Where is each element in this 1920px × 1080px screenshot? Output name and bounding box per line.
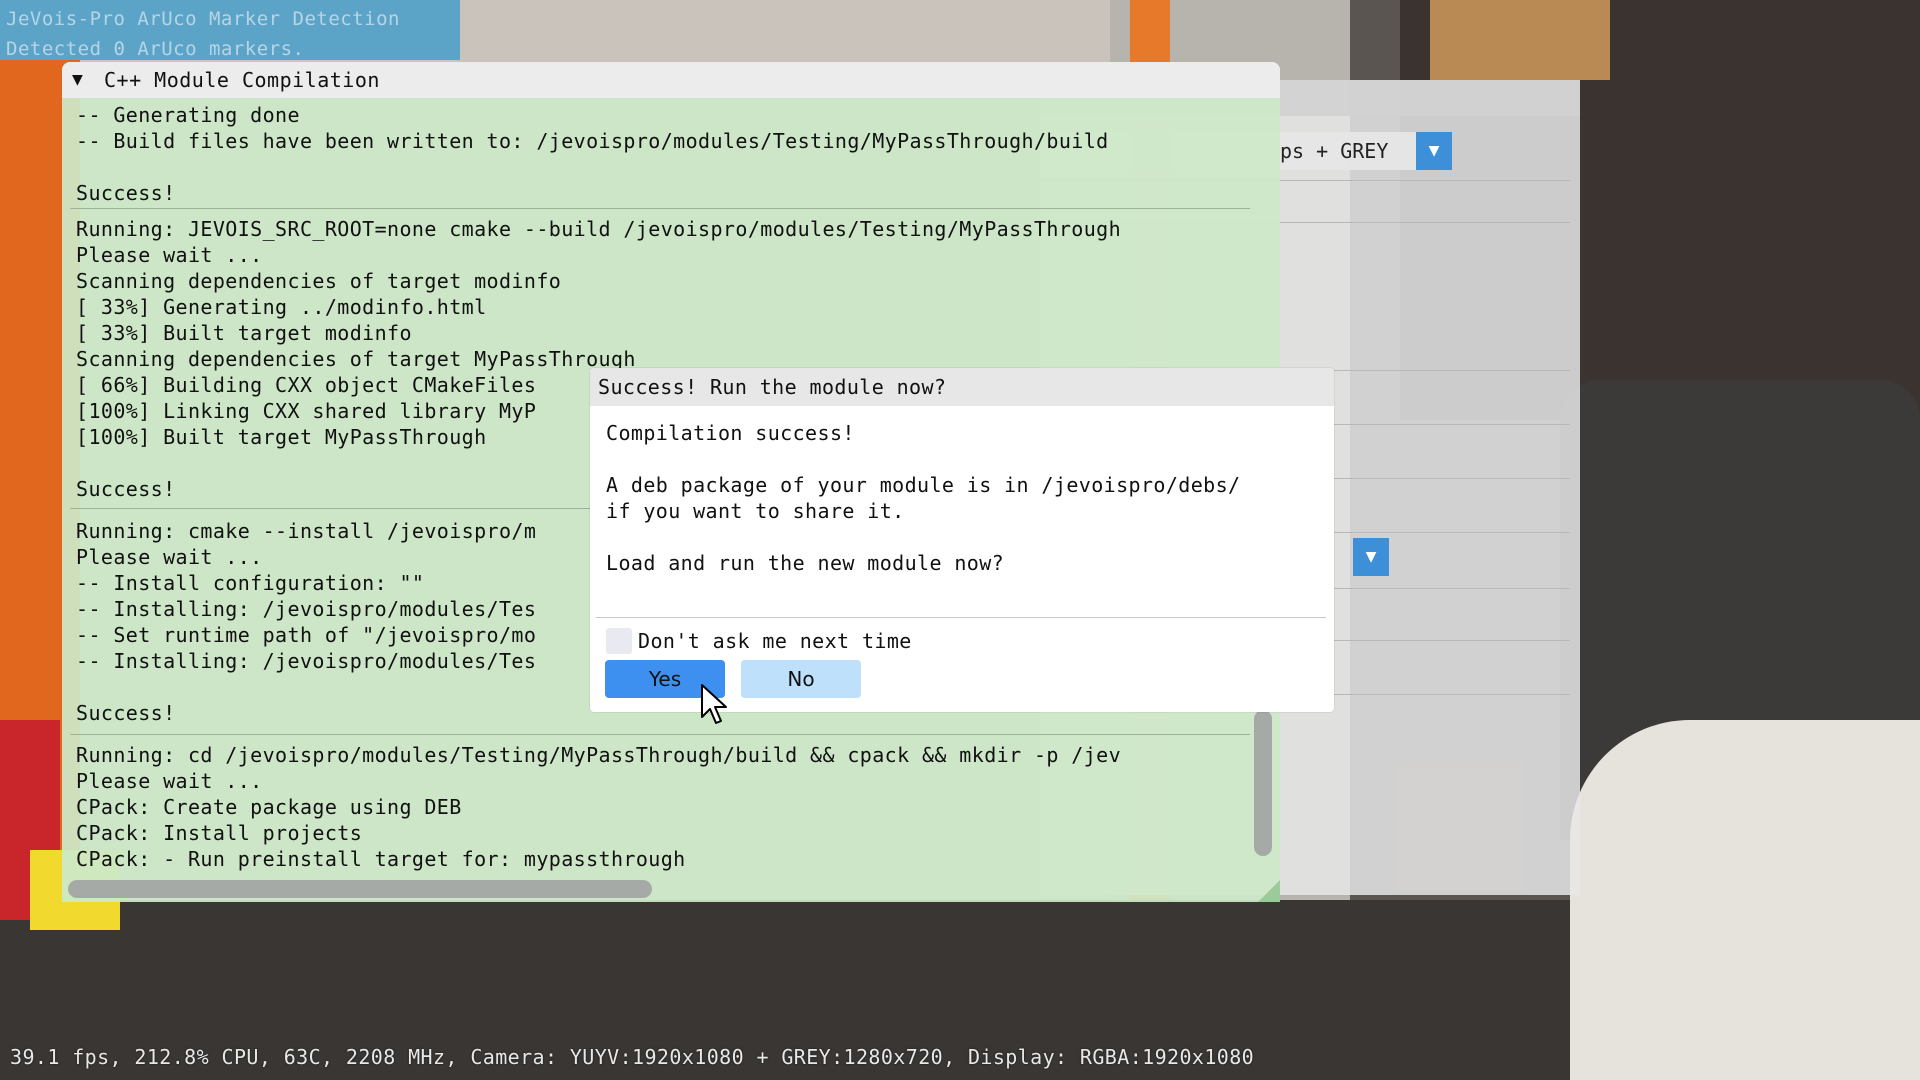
- log-line: Running: JEVOIS_SRC_ROOT=none cmake --bu…: [76, 217, 1122, 241]
- detection-count-overlay: Detected 0 ArUco markers.: [6, 38, 305, 60]
- dialog-title[interactable]: Success! Run the module now?: [590, 368, 1334, 406]
- log-line: Running: cd /jevoispro/modules/Testing/M…: [76, 743, 1122, 767]
- background-tape-roll: [1570, 720, 1920, 1080]
- mouse-pointer-icon: [701, 684, 727, 724]
- run-module-dialog: Success! Run the module now? Compilation…: [590, 368, 1334, 712]
- dialog-message-question: Load and run the new module now?: [606, 551, 1005, 575]
- log-line: Scanning dependencies of target modinfo: [76, 269, 562, 293]
- log-line: -- Generating done: [76, 103, 300, 127]
- module-title-overlay: JeVois-Pro ArUco Marker Detection: [6, 8, 400, 30]
- no-button[interactable]: No: [741, 660, 861, 698]
- horizontal-scrollbar[interactable]: [68, 880, 652, 898]
- triangle-down-icon[interactable]: ▼: [72, 62, 83, 98]
- vertical-scrollbar[interactable]: [1254, 710, 1272, 856]
- log-line: CPack: Install projects: [76, 821, 363, 845]
- log-block-cpack: Running: cd /jevoispro/modules/Testing/M…: [76, 742, 1252, 872]
- resize-grip[interactable]: [1258, 880, 1280, 902]
- log-separator: [70, 208, 1250, 209]
- log-line: CPack: Create package using DEB: [76, 795, 462, 819]
- chevron-down-icon[interactable]: ▼: [1416, 132, 1452, 170]
- dont-ask-checkbox[interactable]: [606, 628, 632, 654]
- log-line: Please wait ...: [76, 769, 263, 793]
- log-line: Success!: [76, 181, 176, 205]
- log-line: -- Build files have been written to: /je…: [76, 129, 1109, 153]
- log-line: Please wait ...: [76, 243, 263, 267]
- chevron-down-icon[interactable]: ▼: [1353, 538, 1389, 576]
- dialog-message-deb-path: A deb package of your module is in /jevo…: [606, 473, 1241, 497]
- dialog-message-share: if you want to share it.: [606, 499, 905, 523]
- compilation-window-titlebar[interactable]: ▼ C++ Module Compilation: [62, 62, 1280, 98]
- compilation-window-title: C++ Module Compilation: [104, 68, 380, 92]
- divider: [596, 617, 1326, 618]
- log-line: [ 33%] Built target modinfo: [76, 321, 412, 345]
- camera-view: JeVois-Pro ArUco Marker Detection Detect…: [0, 0, 1920, 1080]
- log-line: CPack: - Run preinstall target for: mypa…: [76, 847, 686, 871]
- status-bar: 39.1 fps, 212.8% CPU, 63C, 2208 MHz, Cam…: [10, 1045, 1255, 1069]
- dialog-message-success: Compilation success!: [606, 421, 855, 445]
- log-block-build-files: -- Generating done -- Build files have b…: [76, 102, 1252, 206]
- dont-ask-label[interactable]: Don't ask me next time: [638, 628, 912, 654]
- log-separator: [70, 734, 1250, 735]
- background-box: [1430, 0, 1610, 80]
- log-line: [ 33%] Generating ../modinfo.html: [76, 295, 487, 319]
